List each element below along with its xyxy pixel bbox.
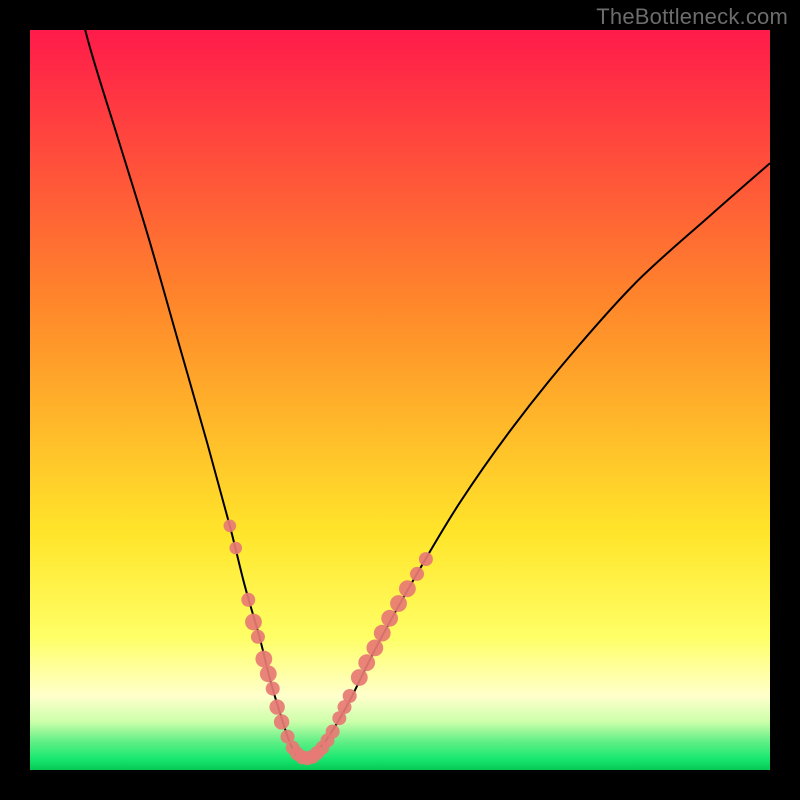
marker-dot (358, 654, 375, 671)
marker-dot (241, 593, 255, 607)
marker-dot (255, 651, 272, 668)
marker-dot (366, 640, 383, 657)
marker-dot (419, 552, 433, 566)
marker-dot (390, 595, 407, 612)
marker-dot (351, 669, 368, 686)
marker-dot (374, 625, 391, 642)
marker-dot (245, 614, 262, 631)
marker-dot (260, 665, 277, 682)
chart-frame: TheBottleneck.com (0, 0, 800, 800)
bottleneck-curve (67, 30, 770, 759)
curve-markers (224, 520, 433, 766)
watermark-text: TheBottleneck.com (596, 4, 788, 30)
marker-dot (326, 725, 340, 739)
chart-svg (30, 30, 770, 770)
marker-dot (399, 580, 416, 597)
marker-dot (229, 542, 242, 555)
marker-dot (269, 699, 284, 714)
marker-dot (274, 714, 289, 729)
marker-dot (381, 610, 398, 627)
marker-dot (410, 567, 424, 581)
marker-dot (343, 689, 357, 703)
plot-area (30, 30, 770, 770)
marker-dot (224, 520, 237, 533)
marker-dot (266, 682, 280, 696)
marker-dot (251, 630, 265, 644)
